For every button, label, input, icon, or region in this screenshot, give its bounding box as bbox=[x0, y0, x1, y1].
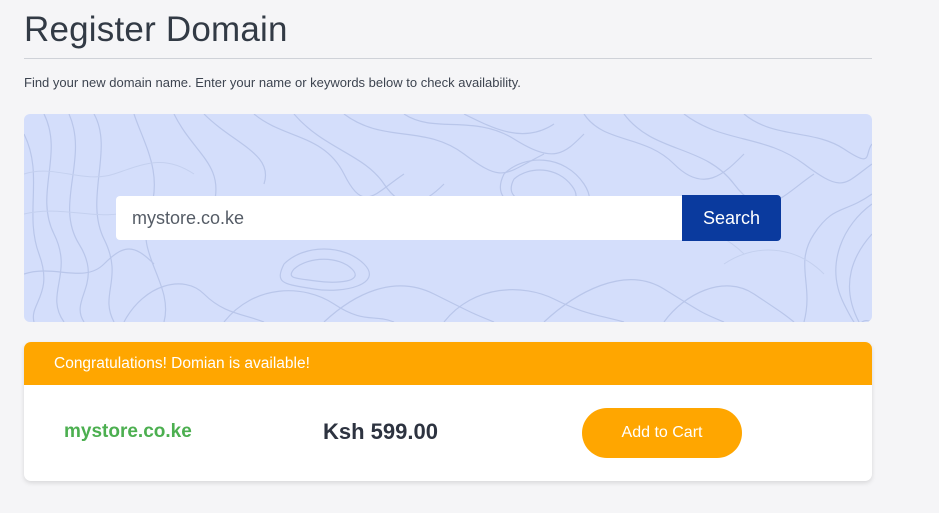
intro-text: Find your new domain name. Enter your na… bbox=[24, 75, 521, 90]
search-button[interactable]: Search bbox=[682, 195, 781, 241]
availability-banner: Congratulations! Domian is available! bbox=[24, 342, 872, 385]
domain-price: Ksh 599.00 bbox=[323, 419, 438, 444]
domain-search-panel: Search bbox=[24, 114, 872, 322]
domain-search-input[interactable] bbox=[116, 196, 682, 240]
title-divider bbox=[24, 58, 872, 59]
available-domain-name: mystore.co.ke bbox=[64, 421, 192, 442]
add-to-cart-button[interactable]: Add to Cart bbox=[582, 408, 742, 458]
availability-result-card: Congratulations! Domian is available! my… bbox=[24, 342, 872, 481]
page-title: Register Domain bbox=[24, 10, 288, 49]
